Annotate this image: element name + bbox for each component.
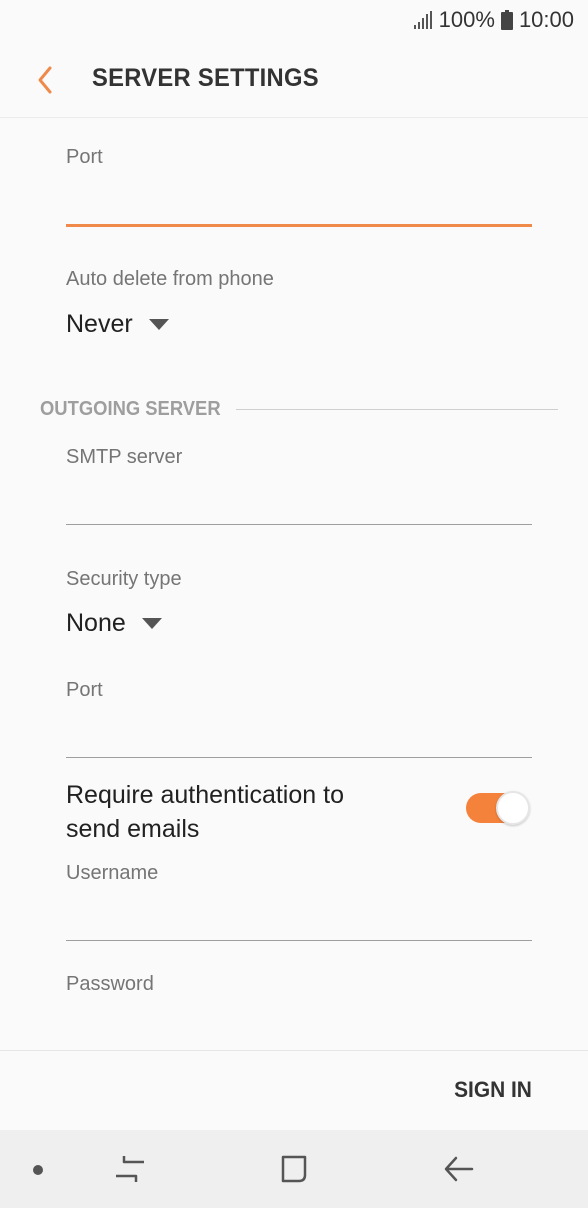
clock: 10:00 — [518, 7, 574, 32]
signal-icon — [413, 10, 433, 30]
username-field[interactable]: Username — [66, 862, 532, 925]
navigation-bar — [0, 1130, 588, 1208]
home-icon[interactable] — [278, 1152, 310, 1186]
outgoing-server-header: OUTGOING SERVER — [40, 398, 558, 421]
username-label: Username — [66, 862, 159, 884]
auto-delete-label: Auto delete from phone — [66, 268, 274, 290]
dot-icon[interactable] — [32, 1164, 44, 1176]
smtp-server-input[interactable] — [66, 469, 532, 509]
incoming-port-field[interactable]: Port — [66, 146, 532, 209]
battery-percent: 100% — [438, 7, 495, 32]
status-bar: 100% 10:00 — [0, 0, 588, 40]
username-underline — [66, 940, 532, 941]
incoming-port-input[interactable] — [66, 169, 532, 209]
security-type-label: Security type — [66, 568, 182, 590]
sign-in-button[interactable]: SIGN IN — [454, 1077, 532, 1103]
recent-apps-icon[interactable] — [114, 1152, 146, 1186]
security-type-dropdown[interactable]: None — [66, 609, 162, 638]
settings-form[interactable]: Port Auto delete from phone Never OUTGOI… — [0, 118, 588, 1050]
footer-bar: SIGN IN — [0, 1050, 588, 1130]
require-auth-toggle[interactable] — [466, 791, 530, 825]
back-arrow-icon[interactable] — [442, 1152, 476, 1186]
security-type-value: None — [66, 609, 126, 637]
security-type-field: Security type — [66, 568, 532, 591]
dropdown-arrow-icon — [141, 618, 162, 629]
battery-icon — [500, 10, 513, 30]
page-title: SERVER SETTINGS — [92, 64, 319, 92]
require-auth-label: Require authentication to send emails — [66, 781, 344, 843]
outgoing-server-title: OUTGOING SERVER — [40, 398, 221, 420]
outgoing-port-label: Port — [66, 679, 103, 701]
smtp-server-label: SMTP server — [66, 446, 183, 468]
outgoing-port-field[interactable]: Port — [66, 679, 532, 742]
incoming-port-underline — [66, 224, 532, 227]
outgoing-port-input[interactable] — [66, 702, 532, 742]
section-divider — [236, 409, 558, 410]
require-auth-row[interactable]: Require authentication to send emails — [66, 778, 532, 846]
auto-delete-field: Auto delete from phone — [66, 268, 532, 291]
username-input[interactable] — [66, 885, 532, 925]
incoming-port-label: Port — [66, 146, 103, 168]
toggle-knob — [496, 791, 530, 825]
password-field[interactable]: Password — [66, 973, 532, 996]
app-header: SERVER SETTINGS — [0, 40, 588, 118]
auto-delete-value: Never — [66, 310, 133, 338]
password-label: Password — [66, 973, 154, 995]
outgoing-port-underline — [66, 757, 532, 758]
dropdown-arrow-icon — [148, 319, 169, 330]
smtp-server-underline — [66, 524, 532, 525]
auto-delete-dropdown[interactable]: Never — [66, 310, 169, 339]
smtp-server-field[interactable]: SMTP server — [66, 446, 532, 509]
chevron-left-icon[interactable] — [30, 62, 62, 98]
